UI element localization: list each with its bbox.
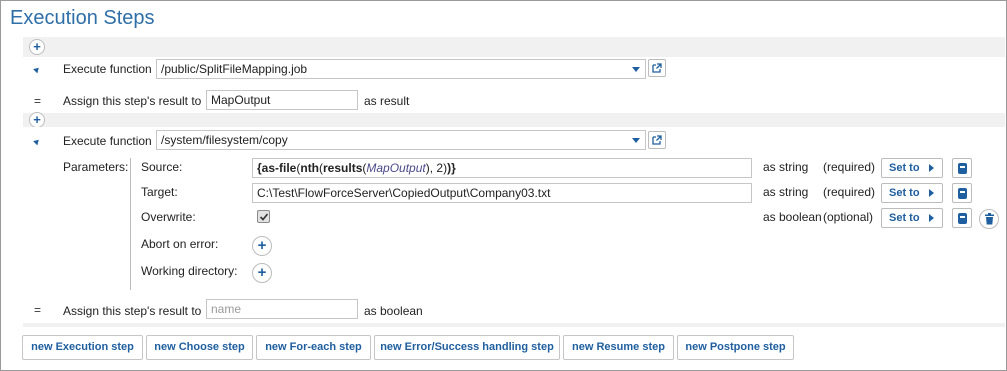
new-choose-step-button[interactable]: new Choose step: [146, 335, 253, 360]
target-value-field[interactable]: C:\Test\FlowForceServer\CopiedOutput\Com…: [252, 183, 752, 203]
assign-equals-icon: =: [34, 303, 42, 317]
assign-equals-icon: =: [34, 94, 42, 108]
set-to-label: Set to: [889, 162, 920, 174]
new-postpone-step-button[interactable]: new Postpone step: [677, 335, 794, 360]
param-overwrite-label: Overwrite:: [141, 210, 196, 224]
assign-type-label: as boolean: [364, 304, 423, 318]
param-working-dir-label: Working directory:: [141, 264, 238, 278]
new-resume-step-button[interactable]: new Resume step: [563, 335, 674, 360]
new-error-success-handling-step-button[interactable]: new Error/Success handling step: [374, 335, 560, 360]
collapse-arrow-icon[interactable]: [33, 137, 41, 146]
result-name-field[interactable]: name: [206, 299, 358, 319]
param-overwrite-optional: (optional): [823, 210, 874, 224]
new-execution-step-button[interactable]: new Execution step: [22, 335, 143, 360]
source-expression-field[interactable]: {as-file(nth(results(MapOutput), 2))}: [252, 158, 752, 178]
execution-step-1: Execute function /public/SplitFileMappin…: [23, 57, 1005, 113]
target-set-to-button[interactable]: Set to: [881, 183, 943, 203]
chevron-down-icon: [632, 138, 640, 143]
external-link-icon: [652, 63, 662, 73]
open-function-button[interactable]: [648, 131, 666, 149]
page-title: Execution Steps: [10, 7, 155, 29]
expr-function: results: [323, 161, 363, 175]
source-clear-button[interactable]: [952, 158, 972, 178]
expr-function: nth: [300, 161, 320, 175]
open-function-button[interactable]: [648, 59, 666, 77]
source-set-to-button[interactable]: Set to: [881, 158, 943, 178]
assign-result-label: Assign this step's result to: [63, 94, 202, 108]
expr-args: ), 2): [425, 161, 448, 175]
function-path: /system/filesystem/copy: [161, 133, 288, 147]
param-overwrite-type: as boolean: [763, 210, 822, 224]
add-abort-on-error-icon[interactable]: +: [252, 236, 272, 256]
assign-type-label: as result: [364, 94, 410, 108]
parameters-label: Parameters:: [63, 160, 129, 174]
execution-step-2: Execute function /system/filesystem/copy…: [23, 127, 1005, 323]
overwrite-delete-button[interactable]: [979, 209, 999, 229]
checkmark-icon: [259, 213, 269, 221]
add-step-icon[interactable]: +: [29, 112, 45, 128]
execute-function-label: Execute function: [63, 62, 152, 76]
result-name-field[interactable]: MapOutput: [206, 90, 358, 110]
add-step-icon[interactable]: +: [29, 39, 45, 55]
expr-function: as-file: [261, 161, 297, 175]
parameters-divider: [130, 158, 131, 290]
overwrite-set-to-button[interactable]: Set to: [881, 208, 943, 228]
function-path: /public/SplitFileMapping.job: [161, 62, 308, 76]
set-to-label: Set to: [889, 187, 920, 199]
function-select[interactable]: /public/SplitFileMapping.job: [156, 59, 646, 79]
expr-brace: )}: [447, 161, 456, 175]
collapse-arrow-icon[interactable]: [33, 65, 41, 74]
param-source-type: as string: [763, 160, 809, 174]
caret-right-icon: [929, 164, 934, 172]
param-source-required: (required): [823, 160, 876, 174]
execute-function-label: Execute function: [63, 134, 152, 148]
external-link-icon: [652, 135, 662, 145]
assign-result-label: Assign this step's result to: [63, 304, 202, 318]
param-target-label: Target:: [141, 185, 178, 199]
overwrite-checkbox[interactable]: [257, 210, 270, 223]
execution-steps-panel: Execution Steps + Execute function /publ…: [0, 0, 1007, 371]
caret-right-icon: [929, 214, 934, 222]
eraser-icon: [958, 163, 967, 174]
overwrite-clear-button[interactable]: [952, 208, 972, 228]
param-target-type: as string: [763, 185, 809, 199]
param-source-label: Source:: [141, 160, 183, 174]
caret-right-icon: [929, 189, 934, 197]
function-select[interactable]: /system/filesystem/copy: [156, 130, 646, 150]
target-clear-button[interactable]: [952, 183, 972, 203]
chevron-down-icon: [632, 67, 640, 72]
set-to-label: Set to: [889, 212, 920, 224]
param-abort-label: Abort on error:: [141, 237, 219, 251]
new-for-each-step-button[interactable]: new For-each step: [256, 335, 371, 360]
expr-variable: MapOutput: [366, 161, 426, 175]
trash-icon: [985, 213, 994, 225]
param-target-required: (required): [823, 185, 876, 199]
eraser-icon: [958, 213, 967, 224]
add-working-directory-icon[interactable]: +: [252, 263, 272, 283]
eraser-icon: [958, 188, 967, 199]
